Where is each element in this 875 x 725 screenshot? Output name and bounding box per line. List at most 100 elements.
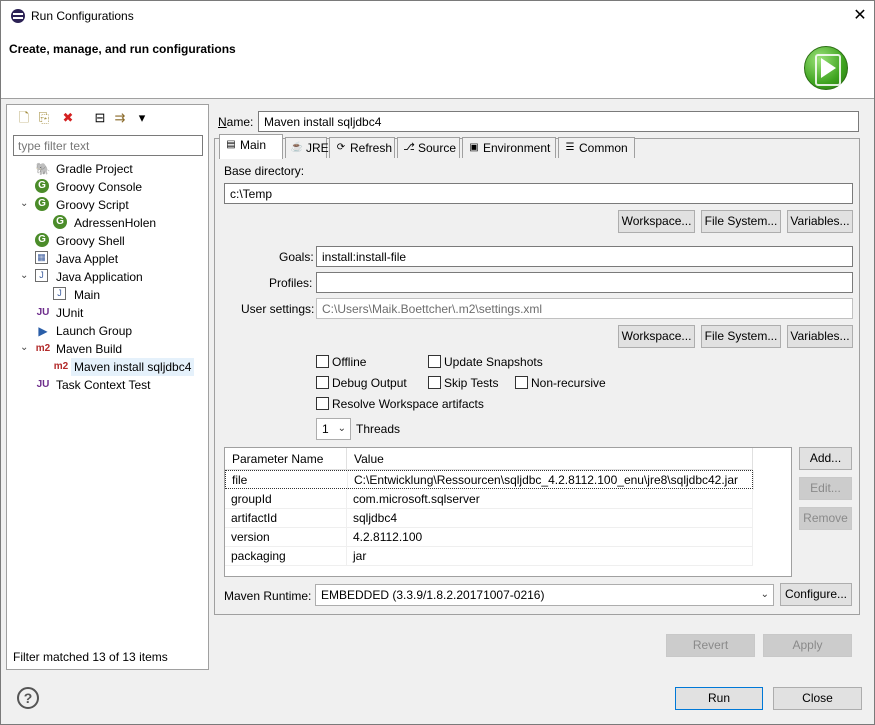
collapse-all-icon[interactable]: ⊟ <box>92 110 108 126</box>
parameter-name-cell[interactable]: packaging <box>225 547 347 566</box>
tree-item-label: Maven Build <box>56 342 123 356</box>
table-row[interactable] <box>225 566 753 576</box>
java-icon: ▦ <box>35 251 48 264</box>
user-settings-field[interactable]: C:\Users\Maik.Boettcher\.m2\settings.xml <box>316 298 853 319</box>
tab-source[interactable]: ⎇ Source <box>397 137 460 159</box>
goals-field[interactable]: install:install-file <box>316 246 853 267</box>
tree-item-label: Main <box>74 288 101 302</box>
parameter-value-cell[interactable]: jar <box>347 547 753 566</box>
edit-parameter-button[interactable]: Edit... <box>799 477 852 500</box>
tab-refresh[interactable]: ⟳ Refresh <box>329 137 395 159</box>
profiles-label: Profiles: <box>269 276 313 290</box>
header-banner: Create, manage, and run configurations <box>1 31 874 99</box>
tree-item[interactable]: ⌄ m2 Maven Build <box>7 340 207 358</box>
maven-runtime-combo[interactable]: EMBEDDED (3.3.9/1.8.2.20171007-0216) ⌄ <box>315 584 774 606</box>
close-icon[interactable]: ✕ <box>847 5 873 27</box>
workspace-button[interactable]: Workspace... <box>618 210 695 233</box>
duplicate-icon[interactable]: ⎘ <box>36 110 52 126</box>
run-button[interactable]: Run <box>675 687 763 710</box>
parameters-table[interactable]: Parameter Name Value file C:\Entwicklung\… <box>224 447 792 577</box>
threads-combo[interactable]: 1 ⌄ <box>316 418 351 440</box>
m2-icon: m2 <box>35 343 51 354</box>
chevron-down-icon[interactable]: ⌄ <box>20 271 30 281</box>
parameter-value-cell[interactable]: 4.2.8112.100 <box>347 528 753 547</box>
tree-item[interactable]: m2 Maven install sqljdbc4 <box>7 358 207 376</box>
m2-icon: m2 <box>53 361 69 372</box>
parameter-value-cell[interactable]: sqljdbc4 <box>347 509 753 528</box>
skip-tests-checkbox[interactable] <box>428 376 441 389</box>
tree-item[interactable]: ⌄ J Java Application <box>7 268 207 286</box>
tab-label: Source <box>418 141 457 155</box>
tree-item[interactable]: ⌄ G Groovy Script <box>7 196 207 214</box>
table-row[interactable]: groupId com.microsoft.sqlserver <box>225 490 753 509</box>
chevron-down-icon[interactable]: ⌄ <box>20 199 30 209</box>
groovy-icon: G <box>35 233 49 247</box>
parameter-name-cell[interactable]: file <box>226 471 348 490</box>
tab-label: Common <box>579 141 628 155</box>
close-button[interactable]: Close <box>773 687 862 710</box>
tree-item[interactable]: G Groovy Shell <box>7 232 207 250</box>
new-config-icon[interactable]: 🗋 <box>16 110 32 126</box>
resolve-workspace-checkbox[interactable] <box>316 397 329 410</box>
tree-item[interactable]: G Groovy Console <box>7 178 207 196</box>
tree-item[interactable]: ▦ Java Applet <box>7 250 207 268</box>
tree-item-label: Maven install sqljdbc4 <box>71 358 195 376</box>
java-icon: J <box>35 269 48 282</box>
revert-button[interactable]: Revert <box>666 634 755 657</box>
parameter-name-cell[interactable]: version <box>225 528 347 547</box>
variables-button-2[interactable]: Variables... <box>787 325 853 348</box>
workspace-button-2[interactable]: Workspace... <box>618 325 695 348</box>
remove-parameter-button[interactable]: Remove <box>799 507 852 530</box>
offline-checkbox[interactable] <box>316 355 329 368</box>
table-row[interactable]: version 4.2.8112.100 <box>225 528 753 547</box>
parameter-name-cell[interactable]: artifactId <box>225 509 347 528</box>
help-icon[interactable]: ? <box>17 687 39 709</box>
tree-item[interactable]: J Main <box>7 286 207 304</box>
table-row[interactable]: packaging jar <box>225 547 753 566</box>
parameter-value-cell[interactable]: C:\Entwicklung\Ressourcen\sqljdbc_4.2.81… <box>348 471 754 490</box>
title-bar: Run Configurations ✕ <box>1 1 874 31</box>
tab-jre[interactable]: ☕ JRE <box>285 137 329 159</box>
run-configurations-dialog: Run Configurations ✕ Create, manage, and… <box>0 0 875 725</box>
tab-common[interactable]: ☰ Common <box>558 137 635 159</box>
tab-label: JRE <box>306 141 329 155</box>
table-row[interactable]: file C:\Entwicklung\Ressourcen\sqljdbc_4.… <box>225 470 754 490</box>
main-tab-icon: ▤ <box>226 139 236 150</box>
view-menu-icon[interactable]: ▾ <box>134 110 150 126</box>
parameter-name-cell[interactable]: groupId <box>225 490 347 509</box>
table-row[interactable]: artifactId sqljdbc4 <box>225 509 753 528</box>
debug-output-label: Debug Output <box>332 376 407 390</box>
apply-button[interactable]: Apply <box>763 634 852 657</box>
profiles-field[interactable] <box>316 272 853 293</box>
tree-item[interactable]: G AdressenHolen <box>7 214 207 232</box>
window-title: Run Configurations <box>31 9 134 23</box>
file-system-button[interactable]: File System... <box>701 210 781 233</box>
base-directory-field[interactable]: c:\Temp <box>224 183 853 204</box>
debug-output-checkbox[interactable] <box>316 376 329 389</box>
filter-input[interactable] <box>13 135 203 156</box>
tab-environment[interactable]: ▣ Environment <box>462 137 556 159</box>
update-snapshots-checkbox[interactable] <box>428 355 441 368</box>
tree-item[interactable]: ▶ Launch Group <box>7 322 207 340</box>
refresh-tab-icon: ⟳ <box>336 142 346 153</box>
column-header-parameter-name[interactable]: Parameter Name <box>225 448 347 470</box>
tree-item[interactable]: JU JUnit <box>7 304 207 322</box>
file-system-button-2[interactable]: File System... <box>701 325 781 348</box>
filter-icon[interactable]: ⇉ <box>112 110 128 126</box>
name-label: Name: <box>218 115 254 129</box>
source-tab-icon: ⎇ <box>403 142 415 153</box>
tree-item[interactable]: 🐘 Gradle Project <box>7 160 207 178</box>
column-header-value[interactable]: Value <box>347 448 753 470</box>
tree-item[interactable]: JU Task Context Test <box>7 376 207 394</box>
delete-icon[interactable]: ✖ <box>60 110 76 126</box>
variables-button[interactable]: Variables... <box>787 210 853 233</box>
name-field[interactable]: Maven install sqljdbc4 <box>258 111 859 132</box>
groovy-icon: G <box>35 197 49 211</box>
configure-button[interactable]: Configure... <box>780 583 852 606</box>
parameter-value-cell[interactable]: com.microsoft.sqlserver <box>347 490 753 509</box>
tab-main[interactable]: ▤ Main <box>219 134 283 159</box>
non-recursive-checkbox[interactable] <box>515 376 528 389</box>
tree-item-label: Task Context Test <box>56 378 151 392</box>
chevron-down-icon[interactable]: ⌄ <box>20 343 30 353</box>
add-parameter-button[interactable]: Add... <box>799 447 852 470</box>
